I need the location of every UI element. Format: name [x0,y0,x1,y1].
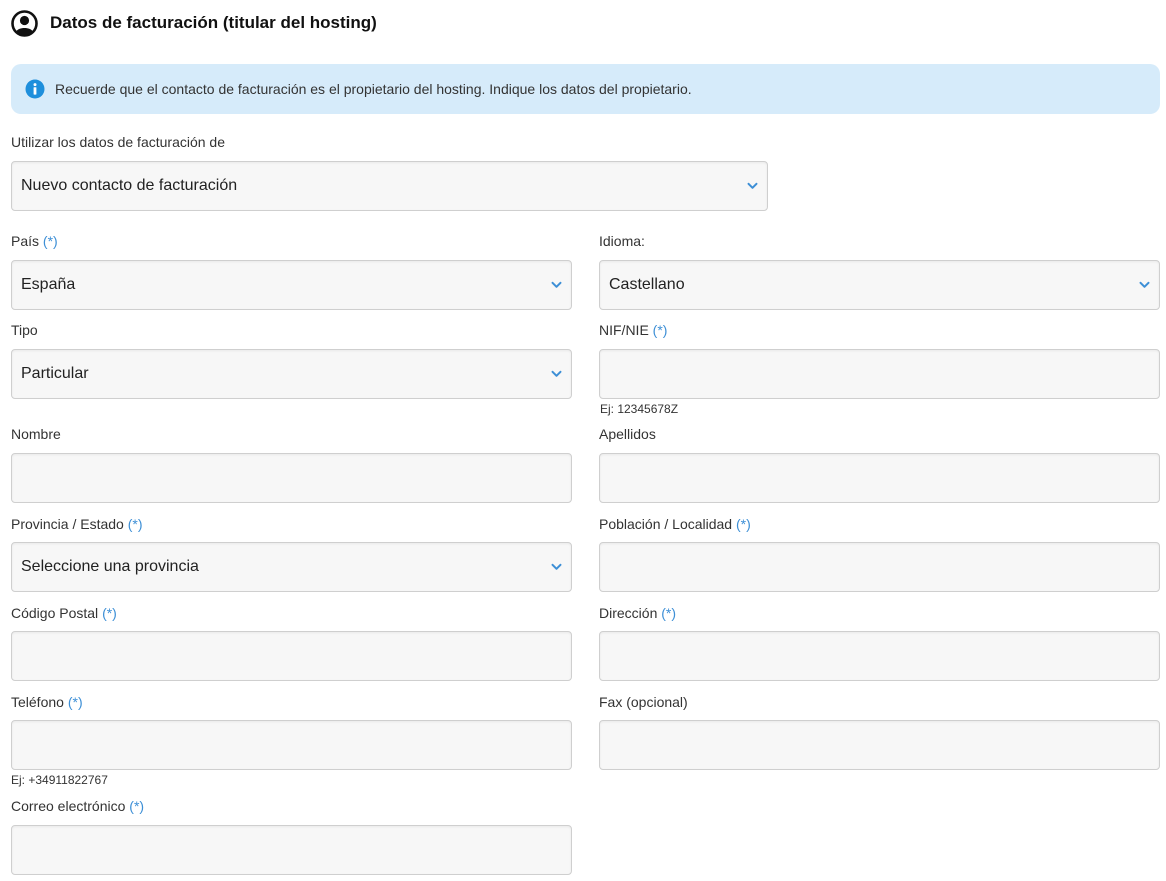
pais-label: País (*) [11,233,58,249]
pais-select[interactable]: España [11,260,572,310]
direccion-label: Dirección (*) [599,605,677,621]
telefono-input[interactable] [11,720,572,770]
idioma-select[interactable]: Castellano [599,260,1160,310]
nombre-label: Nombre [11,426,61,442]
user-circle-icon [11,10,38,37]
nombre-input[interactable] [11,453,572,503]
poblacion-input[interactable] [599,542,1160,592]
apellidos-label: Apellidos [599,426,656,442]
chevron-down-icon [551,281,562,288]
billing-source-value: Nuevo contacto de facturación [21,177,238,194]
tipo-label: Tipo [11,322,38,338]
required-mark: (*) [652,322,668,338]
billing-source-select[interactable]: Nuevo contacto de facturación [11,161,768,211]
poblacion-label: Población / Localidad (*) [599,516,751,532]
chevron-down-icon [551,370,562,377]
info-notice-text: Recuerde que el contacto de facturación … [55,81,692,97]
chevron-down-icon [551,563,562,570]
telefono-label: Teléfono (*) [11,694,83,710]
apellidos-input[interactable] [599,453,1160,503]
provincia-value: Seleccione una provincia [21,558,199,575]
required-mark: (*) [661,605,677,621]
chevron-down-icon [747,182,758,189]
page-title: Datos de facturación (titular del hostin… [50,13,377,32]
codigo-postal-label: Código Postal (*) [11,605,117,621]
info-icon [25,79,45,99]
tipo-select[interactable]: Particular [11,349,572,399]
required-mark: (*) [102,605,117,621]
required-mark: (*) [42,233,58,249]
idioma-value: Castellano [609,276,685,293]
tipo-value: Particular [21,365,89,382]
billing-source-label: Utilizar los datos de facturación de [11,134,225,150]
nif-label: NIF/NIE (*) [599,322,668,338]
required-mark: (*) [736,516,751,532]
correo-input[interactable] [11,825,572,875]
telefono-hint: Ej: +34911822767 [11,773,108,787]
required-mark: (*) [129,798,145,814]
provincia-select[interactable]: Seleccione una provincia [11,542,572,592]
required-mark: (*) [127,516,143,532]
nif-hint: Ej: 12345678Z [600,402,679,416]
chevron-down-icon [1139,281,1150,288]
fax-label: Fax (opcional) [599,694,688,710]
fax-input[interactable] [599,720,1160,770]
info-notice: Recuerde que el contacto de facturación … [11,64,1160,114]
pais-value: España [21,276,76,293]
direccion-input[interactable] [599,631,1160,681]
provincia-label: Provincia / Estado (*) [11,516,143,532]
required-mark: (*) [67,694,83,710]
codigo-postal-input[interactable] [11,631,572,681]
nif-input[interactable] [599,349,1160,399]
idioma-label: Idioma: [599,233,645,249]
correo-label: Correo electrónico (*) [11,798,145,814]
